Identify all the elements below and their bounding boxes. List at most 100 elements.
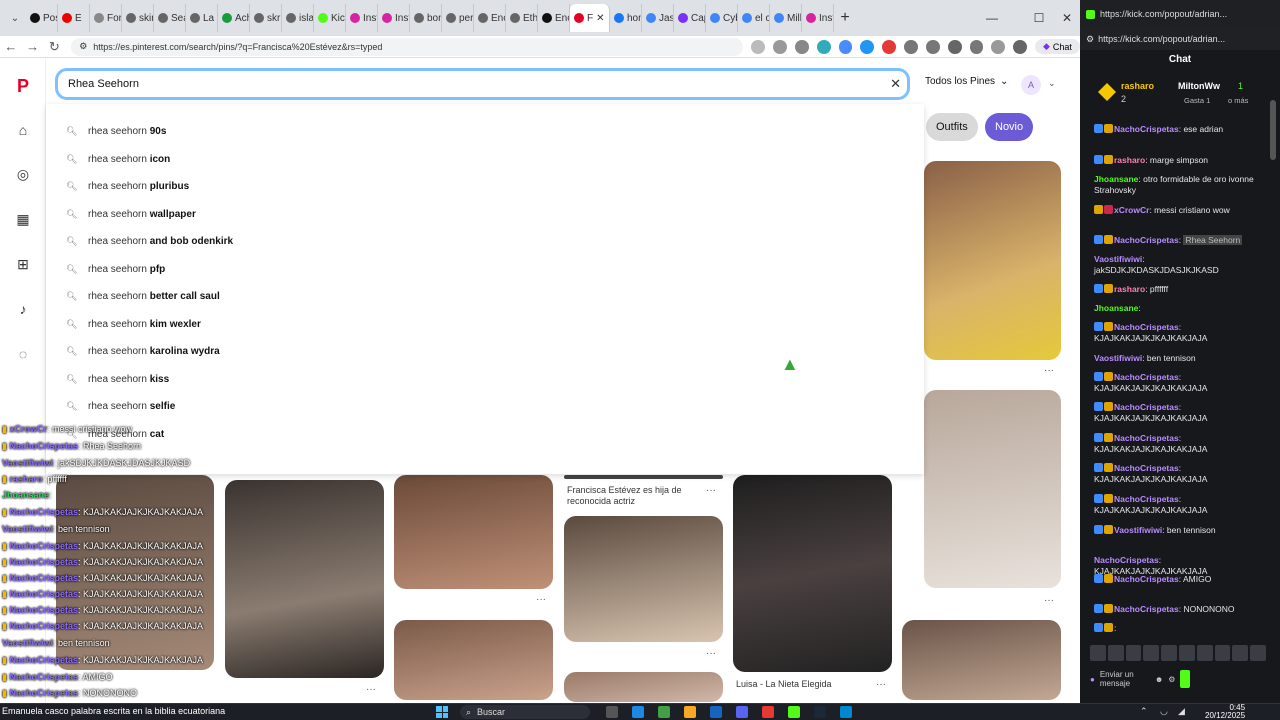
settings-icon[interactable]: ⚙ xyxy=(1168,675,1175,684)
tab[interactable]: Mille xyxy=(770,4,802,32)
tab[interactable]: Ethn xyxy=(506,4,538,32)
tab[interactable]: Insta xyxy=(378,4,410,32)
app-icon[interactable] xyxy=(658,706,670,718)
back-button[interactable]: ← xyxy=(0,36,22,58)
more-options-icon[interactable]: ··· xyxy=(536,594,546,605)
app-icon[interactable] xyxy=(788,706,800,718)
bookmark-star-icon[interactable] xyxy=(794,39,809,54)
chevron-down-icon[interactable]: ⌄ xyxy=(1048,78,1056,89)
clear-search-icon[interactable]: ✕ xyxy=(890,76,901,92)
pin-image[interactable] xyxy=(564,516,723,642)
task-view-icon[interactable] xyxy=(606,706,618,718)
pin-image[interactable] xyxy=(564,475,723,479)
emote-icon[interactable] xyxy=(1125,645,1142,661)
windows-start-icon[interactable] xyxy=(436,706,448,718)
emote-icon[interactable] xyxy=(1178,645,1195,661)
pin-image[interactable] xyxy=(924,390,1061,588)
tab[interactable]: Encu xyxy=(474,4,506,32)
tab[interactable]: Post xyxy=(26,4,58,32)
tab[interactable]: E xyxy=(58,4,90,32)
taskbar-clock[interactable]: 0:45 20/12/2025 xyxy=(1205,704,1245,720)
tab[interactable]: Jaso xyxy=(642,4,674,32)
site-info-icon[interactable]: ⚙ xyxy=(79,41,87,52)
suggestion-item[interactable]: 🔍︎ rhea seehorn kiss xyxy=(66,370,169,388)
extension-icon[interactable] xyxy=(882,39,897,54)
tab[interactable]: skril xyxy=(250,4,282,32)
pin-image[interactable] xyxy=(564,672,723,702)
extension-icon[interactable] xyxy=(773,39,787,54)
suggestion-item[interactable]: 🔍︎ rhea seehorn and bob odenkirk xyxy=(66,232,233,250)
taskbar-search[interactable]: ⌕ Buscar xyxy=(460,705,590,719)
tab[interactable]: Achi xyxy=(218,4,250,32)
edge-icon[interactable] xyxy=(632,706,644,718)
tab[interactable]: skin xyxy=(122,4,154,32)
tab-search-menu[interactable]: ⌄ xyxy=(4,7,26,29)
home-icon[interactable]: ⌂ xyxy=(14,121,32,139)
chat-message-input[interactable]: Enviar un mensaje xyxy=(1100,670,1150,688)
extension-icon[interactable] xyxy=(925,39,940,54)
extension-icon[interactable] xyxy=(904,39,918,54)
downloads-icon[interactable] xyxy=(969,39,984,54)
file-explorer-icon[interactable] xyxy=(684,706,696,718)
more-options-icon[interactable]: ··· xyxy=(1044,595,1054,606)
pin-image[interactable] xyxy=(733,475,892,672)
chip-outfits[interactable]: Outfits xyxy=(926,113,978,141)
suggestion-item[interactable]: 🔍︎ rhea seehorn karolina wydra xyxy=(66,342,220,360)
emote-icon[interactable] xyxy=(1090,645,1106,661)
more-options-icon[interactable]: ··· xyxy=(366,684,376,695)
pin-image[interactable] xyxy=(924,161,1061,360)
extension-icon[interactable] xyxy=(751,39,766,54)
chat-scrollbar[interactable] xyxy=(1270,100,1276,160)
close-window-button[interactable]: ✕ xyxy=(1050,0,1080,36)
extensions-puzzle-icon[interactable] xyxy=(947,39,962,54)
send-button[interactable] xyxy=(1180,670,1191,688)
suggestion-item[interactable]: 🔍︎ rhea seehorn pluribus xyxy=(66,177,189,195)
suggestion-item[interactable]: 🔍︎ rhea seehorn better call saul xyxy=(66,287,220,305)
emoji-icon[interactable]: ☻ xyxy=(1155,675,1163,684)
emote-icon[interactable] xyxy=(1214,645,1231,661)
notifications-icon[interactable]: ♪ xyxy=(14,300,32,318)
suggestion-item[interactable]: 🔍︎ rhea seehorn wallpaper xyxy=(66,205,196,223)
tab[interactable]: pers xyxy=(442,4,474,32)
boards-icon[interactable]: ▦ xyxy=(14,210,32,228)
extension-icon[interactable] xyxy=(860,39,875,54)
tab-pinterest-active[interactable]: F ✕ xyxy=(570,4,610,32)
suggestion-item[interactable]: 🔍︎ rhea seehorn pfp xyxy=(66,260,165,278)
steam-icon[interactable] xyxy=(814,706,826,718)
emote-icon[interactable] xyxy=(1143,645,1160,661)
tab[interactable]: Sear xyxy=(154,4,186,32)
minimize-button[interactable]: — xyxy=(975,0,1009,36)
tab[interactable]: el co xyxy=(738,4,770,32)
tab[interactable]: Forn xyxy=(90,4,122,32)
messages-icon[interactable]: ◌ xyxy=(14,345,32,363)
tab[interactable]: Insta xyxy=(346,4,378,32)
emote-icon[interactable] xyxy=(1250,645,1266,661)
tab[interactable]: Cybi xyxy=(706,4,738,32)
create-icon[interactable]: ⊞ xyxy=(14,255,32,273)
extension-icon[interactable] xyxy=(838,39,853,54)
volume-icon[interactable]: ◢ xyxy=(1178,706,1185,717)
chat-address-bar[interactable]: ⚙ https://kick.com/popout/adrian... xyxy=(1080,28,1280,50)
pin-image[interactable] xyxy=(394,620,553,700)
pin-image[interactable] xyxy=(902,620,1061,700)
suggestion-item[interactable]: 🔍︎ rhea seehorn selfie xyxy=(66,397,175,415)
more-options-icon[interactable]: ··· xyxy=(876,679,886,690)
tab[interactable]: Insta xyxy=(802,4,834,32)
chrome-icon[interactable] xyxy=(762,706,774,718)
suggestion-item[interactable]: 🔍︎ rhea seehorn kim wexler xyxy=(66,315,201,333)
tab[interactable]: Kick xyxy=(314,4,346,32)
pinterest-logo-icon[interactable]: P xyxy=(14,76,32,96)
suggestion-item[interactable]: 🔍︎ rhea seehorn icon xyxy=(66,150,170,168)
app-icon[interactable] xyxy=(710,706,722,718)
tab[interactable]: bon xyxy=(410,4,442,32)
emote-icon[interactable] xyxy=(1232,645,1249,661)
profile-avatar[interactable]: A xyxy=(1021,75,1041,95)
address-bar[interactable]: ⚙ https://es.pinterest.com/search/pins/?… xyxy=(71,37,744,56)
emote-icon[interactable] xyxy=(1196,645,1213,661)
tab[interactable]: Capt xyxy=(674,4,706,32)
ai-chat-button[interactable]: ◆ Chat xyxy=(1034,39,1080,54)
chip-novio[interactable]: Novio xyxy=(985,113,1034,141)
tab[interactable]: hom xyxy=(610,4,642,32)
pin-image[interactable] xyxy=(394,475,553,589)
more-options-icon[interactable]: ··· xyxy=(706,485,716,496)
